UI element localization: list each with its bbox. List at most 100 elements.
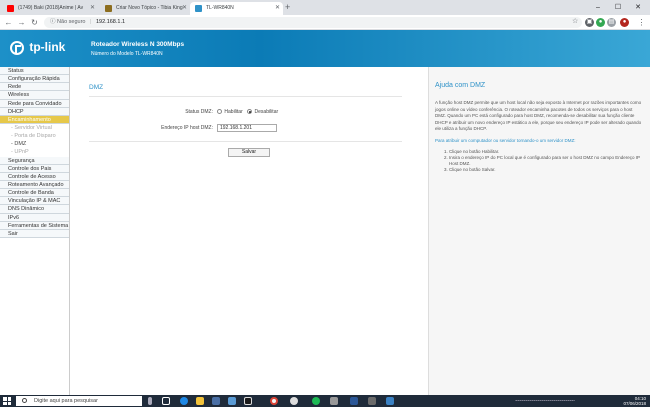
profile-avatar-icon[interactable]: ● bbox=[620, 18, 629, 27]
sidebar-item[interactable]: Segurança bbox=[0, 156, 69, 165]
chrome-icon[interactable] bbox=[270, 397, 278, 405]
sidebar-item[interactable]: - Porta de Disparo bbox=[0, 132, 69, 141]
search-placeholder: Digite aqui para pesquisar bbox=[34, 398, 98, 404]
host-ip-input[interactable]: 192.168.1.201 bbox=[217, 124, 277, 132]
dmz-panel: DMZ Status DMZ: Habilitar Desabilitar En… bbox=[70, 67, 428, 395]
browser-tab-3[interactable]: TL-WR840N ✕ bbox=[190, 2, 283, 15]
save-button[interactable]: Salvar bbox=[228, 148, 270, 157]
close-tab-icon[interactable]: ✕ bbox=[182, 2, 187, 15]
file-explorer-icon[interactable] bbox=[196, 397, 204, 405]
browser-tab-title: TL-WR840N bbox=[206, 5, 234, 11]
browser-toolbar: ← → ↻ ⓘ Não seguro | 192.168.1.1 ☆ ▣ ● ▤… bbox=[0, 15, 650, 30]
browser-tab-strip: (1749) Baki (2018)Anime | Av ✕ Criar Nov… bbox=[0, 0, 650, 15]
store-icon[interactable] bbox=[212, 397, 220, 405]
youtube-favicon-icon bbox=[7, 5, 14, 12]
tplink-favicon-icon bbox=[195, 5, 202, 12]
system-clock[interactable]: 04:10 07/06/2018 bbox=[623, 396, 646, 406]
sidebar-item[interactable]: DHCP bbox=[0, 107, 69, 116]
disable-label: Desabilitar bbox=[254, 109, 279, 115]
address-separator: | bbox=[90, 19, 92, 25]
windows-taskbar: Digite aqui para pesquisar 04:10 07/06/2… bbox=[0, 395, 650, 407]
taskbar-search-input[interactable]: Digite aqui para pesquisar bbox=[16, 396, 142, 406]
info-icon[interactable]: ⓘ bbox=[50, 19, 56, 25]
sidebar-item[interactable]: Rede para Convidado bbox=[0, 99, 69, 108]
task-view-icon[interactable] bbox=[162, 397, 170, 405]
extension-icon[interactable]: ▣ bbox=[585, 18, 594, 27]
disable-radio[interactable] bbox=[247, 109, 253, 115]
close-tab-icon[interactable]: ✕ bbox=[275, 2, 280, 15]
help-step: Insira o endereço IP do PC local que é c… bbox=[449, 155, 644, 167]
sidebar-item[interactable]: Controle dos Pais bbox=[0, 164, 69, 173]
close-window-button[interactable]: ✕ bbox=[628, 0, 648, 15]
edge-browser-icon[interactable] bbox=[180, 397, 188, 405]
sidebar-item[interactable]: DNS Dinâmico bbox=[0, 205, 69, 214]
extension-icon[interactable]: ▤ bbox=[607, 18, 616, 27]
sidebar-item[interactable]: Wireless bbox=[0, 91, 69, 100]
sidebar-item[interactable]: Encaminhamento bbox=[0, 115, 69, 124]
logo-text: tp-link bbox=[29, 40, 66, 54]
host-ip-label: Endereço IP host DMZ: bbox=[161, 125, 213, 131]
sidebar-item[interactable]: Vinculação IP & MAC bbox=[0, 197, 69, 206]
help-title: Ajuda com DMZ bbox=[435, 82, 486, 89]
sidebar-item[interactable]: Sair bbox=[0, 229, 69, 238]
help-howto-title: Para atribuir um computador ou servidor … bbox=[435, 137, 576, 143]
sidebar-item[interactable]: - UPnP bbox=[0, 148, 69, 157]
tibia-favicon-icon bbox=[105, 5, 112, 12]
maximize-button[interactable]: ☐ bbox=[608, 0, 628, 15]
page-title: DMZ bbox=[89, 84, 104, 91]
tplink-logo-icon bbox=[10, 40, 24, 55]
sidebar-item[interactable]: Controle de Acesso bbox=[0, 172, 69, 181]
dmz-status-options: Habilitar Desabilitar bbox=[217, 109, 278, 115]
sidebar-item[interactable]: - Servidor Virtual bbox=[0, 123, 69, 133]
extension-icon[interactable]: ● bbox=[596, 18, 605, 27]
router-header: tp-link Roteador Wireless N 300Mbps Núme… bbox=[0, 30, 650, 67]
browser-tab-1[interactable]: (1749) Baki (2018)Anime | Av ✕ bbox=[2, 2, 98, 15]
clock-date: 07/06/2018 bbox=[623, 401, 646, 406]
search-icon bbox=[22, 398, 27, 403]
title-divider bbox=[89, 96, 402, 97]
browser-tab-2[interactable]: Criar Novo Tópico - Tibia King ✕ bbox=[100, 2, 190, 15]
sidebar-item[interactable]: IPv6 bbox=[0, 213, 69, 222]
app-icon[interactable] bbox=[386, 397, 394, 405]
mail-icon[interactable] bbox=[228, 397, 236, 405]
bookmark-star-icon[interactable]: ☆ bbox=[572, 17, 578, 25]
app-icon[interactable] bbox=[330, 397, 338, 405]
sidebar-item[interactable]: Controle de Banda bbox=[0, 189, 69, 198]
router-title: Roteador Wireless N 300Mbps bbox=[91, 41, 185, 48]
sidebar-item[interactable]: Roteamento Avançado bbox=[0, 180, 69, 190]
tray-icons[interactable] bbox=[515, 400, 575, 401]
help-step: Clique no botão Salvar. bbox=[449, 167, 644, 173]
dmz-status-label: Status DMZ: bbox=[185, 109, 213, 115]
sidebar-item[interactable]: - DMZ bbox=[0, 140, 69, 149]
url-text: 192.168.1.1 bbox=[95, 19, 126, 25]
windows-start-icon[interactable] bbox=[3, 397, 11, 405]
menu-kebab-icon[interactable]: ⋮ bbox=[636, 17, 647, 28]
app-icon[interactable] bbox=[368, 397, 376, 405]
enable-label: Habilitar bbox=[224, 109, 243, 115]
spotify-icon[interactable] bbox=[312, 397, 320, 405]
microphone-icon[interactable] bbox=[148, 397, 152, 405]
reload-icon[interactable]: ↻ bbox=[29, 17, 40, 28]
sidebar-item[interactable]: Configuração Rápida bbox=[0, 75, 69, 84]
router-model: Número do Modelo TL-WR840N bbox=[91, 51, 163, 57]
browser-tab-title: (1749) Baki (2018)Anime | Av bbox=[18, 5, 84, 11]
help-body: A função host DMZ permite que um host lo… bbox=[435, 100, 642, 131]
photos-icon[interactable] bbox=[244, 397, 252, 405]
minimize-button[interactable]: – bbox=[588, 0, 608, 15]
sidebar-item[interactable]: Ferramentas de Sistema bbox=[0, 221, 69, 230]
help-panel: Ajuda com DMZ A função host DMZ permite … bbox=[428, 67, 650, 395]
sidebar-item[interactable]: Status bbox=[0, 67, 69, 76]
help-steps: Clique no botão Habilitar. Insira o ende… bbox=[449, 149, 644, 174]
security-label: Não seguro bbox=[57, 19, 86, 25]
address-bar[interactable]: ⓘ Não seguro | 192.168.1.1 bbox=[44, 17, 582, 28]
app-icon[interactable] bbox=[350, 397, 358, 405]
browser-tab-title: Criar Novo Tópico - Tibia King bbox=[116, 5, 183, 11]
forward-arrow-icon[interactable]: → bbox=[16, 17, 27, 28]
new-tab-button[interactable]: + bbox=[285, 1, 290, 14]
app-icon[interactable] bbox=[290, 397, 298, 405]
sidebar-item[interactable]: Rede bbox=[0, 83, 69, 92]
tplink-logo: tp-link bbox=[10, 40, 65, 55]
enable-radio[interactable] bbox=[217, 109, 222, 115]
close-tab-icon[interactable]: ✕ bbox=[90, 2, 95, 15]
back-arrow-icon[interactable]: ← bbox=[3, 17, 14, 28]
